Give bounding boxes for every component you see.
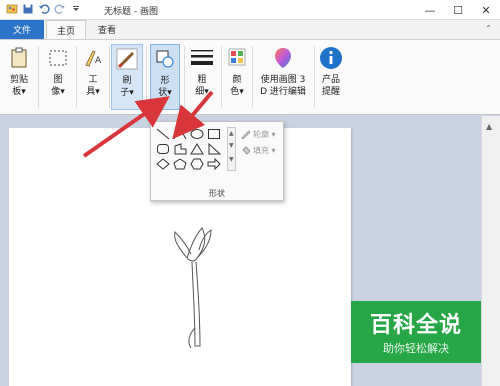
gallery-up-icon[interactable]: ▲ xyxy=(229,130,234,137)
pentagon-shape-icon[interactable] xyxy=(172,157,188,171)
select-icon xyxy=(49,50,67,66)
vertical-scrollbar[interactable]: ▲ xyxy=(481,116,500,386)
curve-shape-icon[interactable] xyxy=(172,127,188,141)
ribbon-collapse-icon[interactable]: ⌃ xyxy=(485,24,492,33)
right-arrow-shape-icon[interactable] xyxy=(206,157,222,171)
paint3d-icon xyxy=(275,48,291,68)
svg-text:A: A xyxy=(95,56,102,66)
brush-icon xyxy=(116,48,138,70)
brushes-label: 刷 子▾ xyxy=(120,76,134,98)
outline-icon xyxy=(241,130,251,139)
image-label: 图 像▾ xyxy=(51,75,65,97)
watermark-title: 百科全说 xyxy=(369,313,462,338)
product-alert-button[interactable]: 产品 提醒 xyxy=(316,44,346,110)
shapes-dropdown: ▲ ▼ ▼ 轮廓 ▾ 填充 ▾ 形状 xyxy=(150,121,284,201)
fill-option[interactable]: 填充 ▾ xyxy=(241,144,276,156)
tools-label: 工 具▾ xyxy=(86,75,100,97)
paint3d-label: 使用画图 3 D 进行编辑 xyxy=(260,75,306,97)
ribbon-separator xyxy=(252,46,253,108)
watermark-subtitle: 助你轻松解决 xyxy=(383,342,449,355)
rectangle-shape-icon[interactable] xyxy=(206,127,222,141)
ribbon-separator xyxy=(221,46,222,108)
brushes-button[interactable]: 刷 子▾ xyxy=(111,44,143,110)
colors-label: 颜 色▾ xyxy=(230,75,244,97)
tools-icon: A xyxy=(85,50,102,67)
gallery-expand-icon[interactable]: ▼ xyxy=(229,156,234,163)
outline-label: 轮廓 ▾ xyxy=(253,129,276,139)
tab-view[interactable]: 查看 xyxy=(88,20,126,39)
quick-access-toolbar xyxy=(6,3,82,15)
paint3d-button[interactable]: 使用画图 3 D 进行编辑 xyxy=(254,44,312,110)
right-triangle-shape-icon[interactable] xyxy=(206,142,222,156)
gallery-down-icon[interactable]: ▼ xyxy=(229,142,234,149)
shapes-label: 形 状▾ xyxy=(158,76,172,98)
size-label: 粗 细▾ xyxy=(195,75,209,97)
size-button[interactable]: 粗 细▾ xyxy=(187,44,217,110)
scroll-up-icon[interactable]: ▲ xyxy=(486,122,492,131)
shapes-gallery-scroll[interactable]: ▲ ▼ ▼ xyxy=(227,127,236,171)
window-title: 无标题 - 画图 xyxy=(104,7,158,17)
ribbon-tabs: 文件 主页 查看 ⌃ xyxy=(0,20,500,39)
minimize-button[interactable]: — xyxy=(416,0,444,20)
ribbon: 剪贴 板▾ 图 像▾ A 工 具▾ 刷 子▾ 形 状▾ 粗 细▾ 颜 色▾ 使用… xyxy=(0,39,500,115)
info-icon xyxy=(320,47,342,69)
ribbon-separator xyxy=(76,46,77,108)
ribbon-separator xyxy=(314,46,315,108)
tab-home[interactable]: 主页 xyxy=(46,20,86,39)
image-button[interactable]: 图 像▾ xyxy=(43,44,73,110)
shapes-button[interactable]: 形 状▾ xyxy=(150,44,180,110)
undo-icon[interactable] xyxy=(38,3,50,15)
maximize-button[interactable]: ☐ xyxy=(444,0,472,20)
title-bar: 无标题 - 画图 — ☐ ✕ xyxy=(0,0,500,20)
line-shape-icon[interactable] xyxy=(155,127,171,141)
clipboard-label: 剪贴 板▾ xyxy=(9,75,28,97)
clipboard-button[interactable]: 剪贴 板▾ xyxy=(4,44,34,110)
clipboard-icon xyxy=(11,47,27,68)
customize-qat-icon[interactable] xyxy=(70,3,82,15)
shapes-icon xyxy=(156,50,174,68)
ribbon-separator xyxy=(109,46,110,108)
polygon-shape-icon[interactable] xyxy=(172,142,188,156)
save-icon[interactable] xyxy=(22,3,34,15)
shapes-group-label: 形状 xyxy=(209,189,225,198)
tools-button[interactable]: A 工 具▾ xyxy=(79,44,107,110)
hexagon-shape-icon[interactable] xyxy=(189,157,205,171)
oval-shape-icon[interactable] xyxy=(189,127,205,141)
color-palette-icon xyxy=(228,48,246,66)
ribbon-separator xyxy=(146,46,147,108)
rounded-rectangle-shape-icon[interactable] xyxy=(155,142,171,156)
shapes-gallery xyxy=(155,127,223,171)
colors-button[interactable]: 颜 色▾ xyxy=(224,44,250,110)
line-size-icon xyxy=(191,50,213,65)
diamond-shape-icon[interactable] xyxy=(155,157,171,171)
outline-option[interactable]: 轮廓 ▾ xyxy=(241,128,276,140)
ribbon-separator xyxy=(184,46,185,108)
watermark-badge: 百科全说 助你轻松解决 xyxy=(351,301,481,363)
paint-app-icon xyxy=(6,4,18,14)
triangle-shape-icon[interactable] xyxy=(189,142,205,156)
tab-file[interactable]: 文件 xyxy=(0,20,44,39)
fill-icon xyxy=(242,146,251,155)
redo-icon[interactable] xyxy=(54,3,66,15)
close-button[interactable]: ✕ xyxy=(472,0,500,20)
ribbon-separator xyxy=(38,46,39,108)
product-alert-label: 产品 提醒 xyxy=(321,75,340,97)
fill-label: 填充 ▾ xyxy=(253,145,276,155)
window-controls: — ☐ ✕ xyxy=(416,0,500,20)
